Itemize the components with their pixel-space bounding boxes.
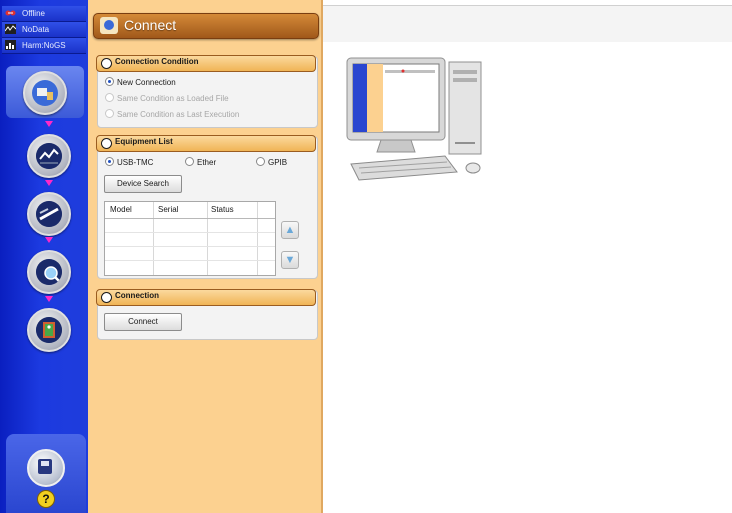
exit-door-icon: [36, 317, 62, 343]
connect-step-button[interactable]: [23, 71, 67, 115]
connect-icon: [32, 80, 58, 106]
radio-button: [105, 109, 114, 119]
side-panel: Connect Connection Condition New Connect…: [88, 0, 323, 513]
connection-header[interactable]: Connection: [96, 289, 316, 306]
interface-ether[interactable]: Ether: [185, 157, 216, 171]
interface-gpib[interactable]: GPIB: [256, 157, 287, 171]
column-header-serial[interactable]: Serial: [158, 205, 178, 214]
device-search-button[interactable]: Device Search: [104, 175, 182, 193]
refresh-icon: [101, 292, 112, 303]
zoom-graph-icon: [36, 259, 62, 285]
interface-usb-tmc[interactable]: USB-TMC: [105, 157, 153, 171]
computer-illustration: [346, 57, 482, 181]
option-new-connection[interactable]: New Connection: [105, 77, 176, 91]
connection-condition-title: Connection Condition: [115, 57, 199, 66]
column-divider: [153, 202, 154, 275]
help-icon[interactable]: ?: [37, 490, 55, 508]
step-connect[interactable]: [6, 66, 84, 118]
measure-step-button[interactable]: [27, 134, 71, 178]
refresh-icon: [101, 138, 112, 149]
step-arrow: [45, 121, 53, 127]
interface-label: GPIB: [268, 158, 288, 167]
option-label: Same Condition as Loaded File: [117, 94, 229, 103]
view-step-button[interactable]: [27, 250, 71, 294]
connect-button[interactable]: Connect: [104, 313, 182, 331]
analyze-icon: [36, 201, 62, 227]
status-nodata: NoData: [2, 22, 86, 38]
move-up-icon[interactable]: ▲: [281, 221, 299, 239]
status-offline-label: Offline: [22, 9, 45, 18]
option-label: New Connection: [117, 78, 176, 87]
rail-bottom: ?: [6, 434, 86, 513]
radio-button[interactable]: [105, 157, 114, 167]
move-down-icon[interactable]: ▼: [281, 251, 299, 269]
connection-condition-header[interactable]: Connection Condition: [96, 55, 316, 72]
equipment-list-group: Equipment List USB-TMC Ether GPIB Device…: [96, 135, 318, 279]
row-divider: [105, 260, 275, 261]
radio-button[interactable]: [185, 157, 194, 167]
step-arrow: [45, 180, 53, 186]
radio-button[interactable]: [256, 157, 265, 167]
connection-group: Connection Connect: [96, 289, 318, 340]
row-divider: [105, 246, 275, 247]
option-same-as-loaded: Same Condition as Loaded File: [105, 93, 229, 107]
equipment-list-header[interactable]: Equipment List: [96, 135, 316, 152]
column-header-status[interactable]: Status: [211, 205, 234, 214]
save-disk-icon: [38, 459, 52, 474]
column-divider: [207, 202, 208, 275]
harmonics-icon: [5, 40, 16, 50]
refresh-icon: [101, 58, 112, 69]
header-divider: [105, 218, 275, 219]
column-divider: [257, 202, 258, 275]
status-nodata-label: NoData: [22, 25, 50, 34]
connect-title-icon: [100, 17, 118, 34]
save-button[interactable]: [27, 449, 65, 487]
connection-condition-group: Connection Condition New Connection Same…: [96, 55, 318, 128]
waveform-icon: [5, 24, 16, 34]
exit-step-button[interactable]: [27, 308, 71, 352]
analyze-step-button[interactable]: [27, 192, 71, 236]
option-same-as-last: Same Condition as Last Execution: [105, 109, 239, 123]
status-harm-label: Harm:NoGS: [22, 41, 66, 50]
panel-title: Connect: [124, 17, 177, 33]
status-harm: Harm:NoGS: [2, 38, 86, 54]
equipment-table[interactable]: Model Serial Status: [104, 201, 276, 276]
column-header-model[interactable]: Model: [110, 205, 132, 214]
interface-label: USB-TMC: [117, 158, 154, 167]
interface-label: Ether: [197, 158, 217, 167]
status-offline: Offline: [2, 6, 86, 22]
option-label: Same Condition as Last Execution: [117, 110, 240, 119]
panel-title-bar: Connect: [93, 13, 319, 39]
connection-title: Connection: [115, 291, 159, 300]
navigation-rail: Offline NoData Harm:NoGS ?: [0, 0, 88, 513]
radio-button[interactable]: [105, 77, 114, 87]
content-top-bar: [323, 5, 732, 42]
measure-icon: [36, 143, 62, 169]
step-arrow: [45, 237, 53, 243]
step-arrow: [45, 296, 53, 302]
equipment-list-title: Equipment List: [115, 137, 173, 146]
radio-button: [105, 93, 114, 103]
offline-icon: [5, 10, 16, 16]
row-divider: [105, 232, 275, 233]
